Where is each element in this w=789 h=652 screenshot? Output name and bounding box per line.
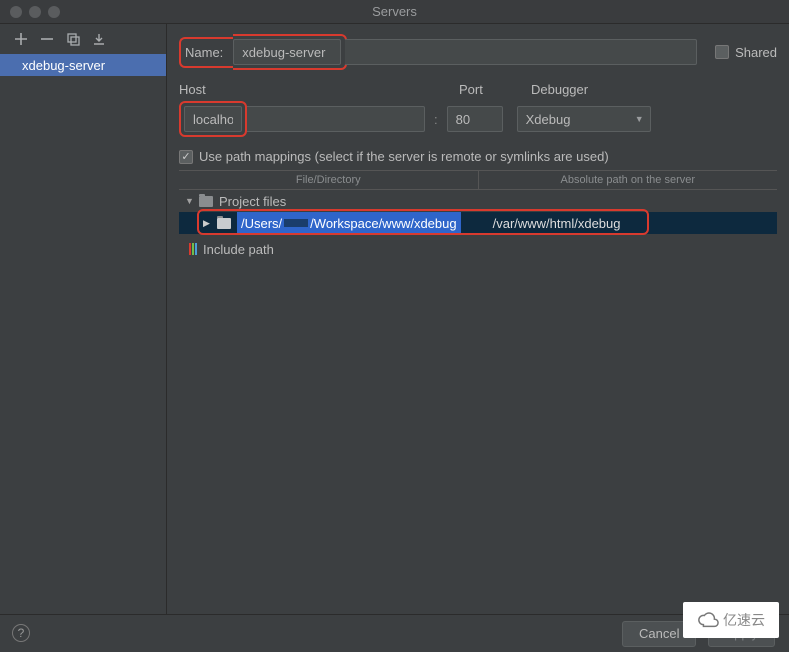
dialog-footer: Cancel Apply	[0, 614, 789, 652]
debugger-select[interactable]: Xdebug ▼	[517, 106, 651, 132]
mapping-row-selected[interactable]: ▶ /Users/ /Workspace/www/xdebug /var/www…	[179, 212, 777, 234]
remote-path: /var/www/html/xdebug	[493, 216, 621, 231]
port-label: Port	[459, 82, 483, 97]
chevron-down-icon: ▼	[635, 114, 644, 124]
colon-separator: :	[425, 112, 447, 127]
include-path-row[interactable]: Include path	[179, 238, 777, 260]
shared-checkbox[interactable]	[715, 45, 729, 59]
window-title: Servers	[0, 4, 789, 19]
sidebar: xdebug-server	[0, 24, 167, 614]
mapping-table-header: File/Directory Absolute path on the serv…	[179, 170, 777, 190]
debugger-value: Xdebug	[526, 112, 571, 127]
help-button[interactable]: ?	[12, 624, 30, 642]
mapping-tree[interactable]: ▼ Project files ▶ /Users/ /Workspace/www…	[179, 190, 777, 614]
project-files-row[interactable]: ▼ Project files	[179, 190, 777, 212]
name-label: Name:	[179, 37, 233, 68]
col-server-label: Absolute path on the server	[479, 171, 778, 189]
sidebar-toolbar	[0, 24, 166, 54]
folder-icon	[217, 218, 231, 229]
debugger-label: Debugger	[531, 82, 588, 97]
include-path-label: Include path	[203, 242, 274, 257]
local-path: /Users/ /Workspace/www/xdebug	[237, 212, 461, 234]
remove-icon[interactable]	[40, 32, 54, 46]
shared-label: Shared	[735, 45, 777, 60]
project-files-label: Project files	[219, 194, 286, 209]
col-file-label: File/Directory	[179, 171, 479, 189]
expand-arrow-icon[interactable]: ▶	[203, 218, 213, 229]
host-input-ext[interactable]	[247, 106, 425, 132]
use-path-mappings-checkbox[interactable]	[179, 150, 193, 164]
add-icon[interactable]	[14, 32, 28, 46]
import-icon[interactable]	[92, 32, 106, 46]
host-label: Host	[179, 82, 206, 97]
expand-arrow-icon[interactable]: ▼	[185, 196, 195, 206]
host-input[interactable]	[184, 106, 242, 132]
name-input-ext[interactable]	[345, 39, 697, 65]
server-list-item-selected[interactable]: xdebug-server	[0, 54, 166, 76]
include-path-icon	[189, 243, 197, 255]
watermark: 亿速云	[683, 602, 779, 638]
port-input[interactable]	[447, 106, 503, 132]
copy-icon[interactable]	[66, 32, 80, 46]
main-panel: Name: Shared Host Port Debugger : Xdebug…	[167, 24, 789, 614]
use-path-mappings-label: Use path mappings (select if the server …	[199, 149, 609, 164]
redacted-segment	[284, 219, 308, 227]
folder-icon	[199, 196, 213, 207]
server-list-item-label: xdebug-server	[22, 58, 105, 73]
titlebar: Servers	[0, 0, 789, 24]
name-input[interactable]	[233, 39, 341, 65]
